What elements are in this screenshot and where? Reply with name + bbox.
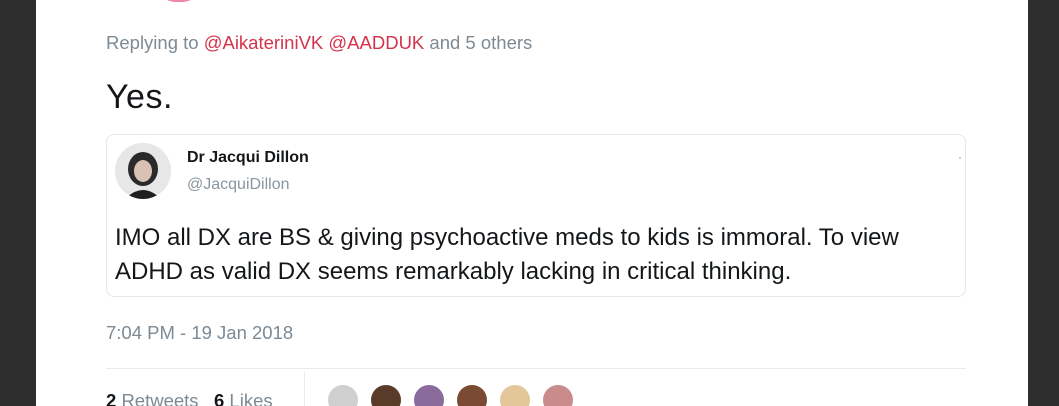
likes-stat[interactable]: 6 Likes — [214, 390, 273, 406]
quoted-tweet-text: IMO all DX are BS & giving psychoactive … — [115, 224, 899, 285]
avatar-photo-icon — [115, 143, 171, 199]
liker-avatar[interactable] — [541, 383, 575, 406]
reply-prefix: Replying to — [106, 32, 199, 53]
quoted-author-avatar[interactable] — [115, 143, 171, 199]
retweets-stat[interactable]: 2 Retweets — [106, 390, 199, 406]
reply-others-link[interactable]: and 5 others — [429, 32, 532, 53]
liker-avatar[interactable] — [369, 383, 403, 406]
liker-avatar[interactable] — [498, 383, 532, 406]
reply-context: Replying to @AikateriniVK @AADDUK and 5 … — [106, 32, 532, 54]
tweet-text: Yes. — [106, 78, 173, 116]
quoted-author-name[interactable]: Dr Jacqui Dillon — [187, 149, 309, 167]
tweet-timestamp[interactable]: 7:04 PM - 19 Jan 2018 — [106, 322, 293, 344]
avatar[interactable] — [159, 0, 199, 2]
quoted-author-handle[interactable]: @JacquiDillon — [187, 176, 290, 194]
liker-avatar[interactable] — [455, 383, 489, 406]
mention-link[interactable]: @AikateriniVK — [204, 32, 324, 53]
liker-avatar[interactable] — [412, 383, 446, 406]
quoted-tweet[interactable]: Dr Jacqui Dillon @JacquiDillon IMO all D… — [106, 134, 966, 297]
stats-divider — [304, 372, 305, 406]
mention-link[interactable]: @AADDUK — [328, 32, 424, 53]
tweet-stats: 2 Retweets 6 Likes — [106, 390, 273, 406]
tweet-card: Replying to @AikateriniVK @AADDUK and 5 … — [36, 0, 1028, 406]
quote-dot — [959, 157, 961, 159]
liker-avatar[interactable] — [326, 383, 360, 406]
divider — [106, 368, 966, 369]
screenshot-frame: Replying to @AikateriniVK @AADDUK and 5 … — [0, 0, 1059, 406]
